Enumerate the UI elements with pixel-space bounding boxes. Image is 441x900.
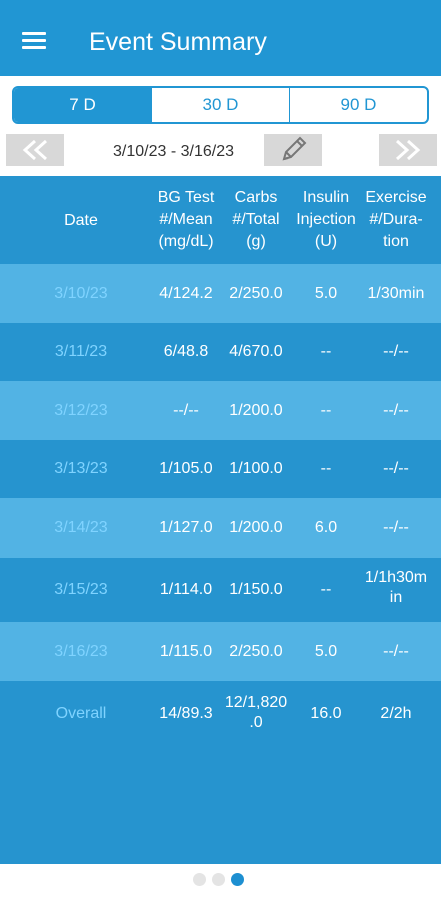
page-dot[interactable] [212,873,225,886]
page-indicator [193,873,244,886]
table-header: Date BG Test #/Mean (mg/dL) Carbs #/Total (g… [0,176,441,264]
row-exercise: --/-- [383,343,409,360]
row-bg-test: 4/124.2 [159,285,213,302]
row-bg-test: 1/105.0 [159,460,213,477]
row-insulin: -- [320,402,332,419]
hamburger-menu-icon[interactable] [22,32,46,50]
row-insulin: 5.0 [314,643,338,660]
row-date: 3/15/23 [54,581,108,598]
row-exercise: 1/30min [367,285,425,302]
header-date: Date [64,212,98,229]
table-row-overall[interactable]: Overall 14/89.3 12/1,820.0 16.0 2/2h [0,681,441,748]
overall-exercise: 2/2h [380,705,412,722]
overall-bg-test: 14/89.3 [159,705,213,722]
page-dot[interactable] [193,873,206,886]
date-range-label: 3/10/23 - 3/16/23 [113,143,234,160]
table-row[interactable]: 3/15/23 1/114.0 1/150.0 -- 1/1h30m in [0,558,441,622]
next-week-button[interactable] [379,134,437,166]
overall-insulin: 16.0 [310,705,342,722]
tab-90d[interactable]: 90 D [289,88,427,122]
page-title: Event Summary [89,28,267,56]
header-insulin: Insulin Injection (U) [296,189,356,250]
period-tabs: 7 D 30 D 90 D [12,86,429,124]
row-date: 3/14/23 [54,519,108,536]
row-date: 3/12/23 [54,402,108,419]
row-insulin: 5.0 [314,285,338,302]
row-bg-test: 6/48.8 [163,343,209,360]
row-carbs: 1/200.0 [229,519,283,536]
overall-label: Overall [55,705,107,722]
edit-date-button[interactable] [264,134,322,166]
table-row[interactable]: 3/13/23 1/105.0 1/100.0 -- --/-- [0,440,441,498]
row-carbs: 1/150.0 [229,581,283,598]
app-bar: Event Summary [0,0,441,76]
header-carbs: Carbs #/Total (g) [232,189,280,250]
row-exercise: --/-- [383,643,409,660]
header-exercise: Exercise #/Dura-tion [365,189,427,250]
table-row[interactable]: 3/10/23 4/124.2 2/250.0 5.0 1/30min [0,264,441,323]
row-carbs: 4/670.0 [229,343,283,360]
row-date: 3/16/23 [54,643,108,660]
date-navigation: 3/10/23 - 3/16/23 [0,131,441,171]
row-insulin: -- [320,460,332,477]
tab-7d[interactable]: 7 D [14,88,151,122]
row-date: 3/13/23 [54,460,108,477]
row-exercise: --/-- [383,460,409,477]
row-exercise: --/-- [383,519,409,536]
table-row[interactable]: 3/14/23 1/127.0 1/200.0 6.0 --/-- [0,498,441,558]
header-bg-test: BG Test #/Mean (mg/dL) [157,189,215,250]
row-bg-test: 1/127.0 [159,519,213,536]
overall-carbs: 12/1,820.0 [224,694,288,731]
table-row[interactable]: 3/16/23 1/115.0 2/250.0 5.0 --/-- [0,622,441,681]
row-insulin: 6.0 [314,519,338,536]
double-chevron-left-icon [22,139,48,161]
row-bg-test: 1/114.0 [159,581,213,598]
table-row[interactable]: 3/11/23 6/48.8 4/670.0 -- --/-- [0,323,441,381]
row-exercise: --/-- [383,402,409,419]
row-exercise: 1/1h30m in [364,569,428,606]
double-chevron-right-icon [395,139,421,161]
row-carbs: 2/250.0 [229,285,283,302]
tab-30d[interactable]: 30 D [151,88,289,122]
row-date: 3/11/23 [54,343,108,360]
table-row[interactable]: 3/12/23 --/-- 1/200.0 -- --/-- [0,381,441,440]
pencil-icon [282,136,307,161]
row-carbs: 1/100.0 [229,460,283,477]
page-dot-active[interactable] [231,873,244,886]
event-summary-table: Date BG Test #/Mean (mg/dL) Carbs #/Total (g… [0,176,441,864]
row-carbs: 1/200.0 [229,402,283,419]
previous-week-button[interactable] [6,134,64,166]
row-bg-test: 1/115.0 [159,643,213,660]
row-carbs: 2/250.0 [229,643,283,660]
row-bg-test: --/-- [173,402,199,419]
row-insulin: -- [320,343,332,360]
row-date: 3/10/23 [54,285,108,302]
row-insulin: -- [320,581,332,598]
